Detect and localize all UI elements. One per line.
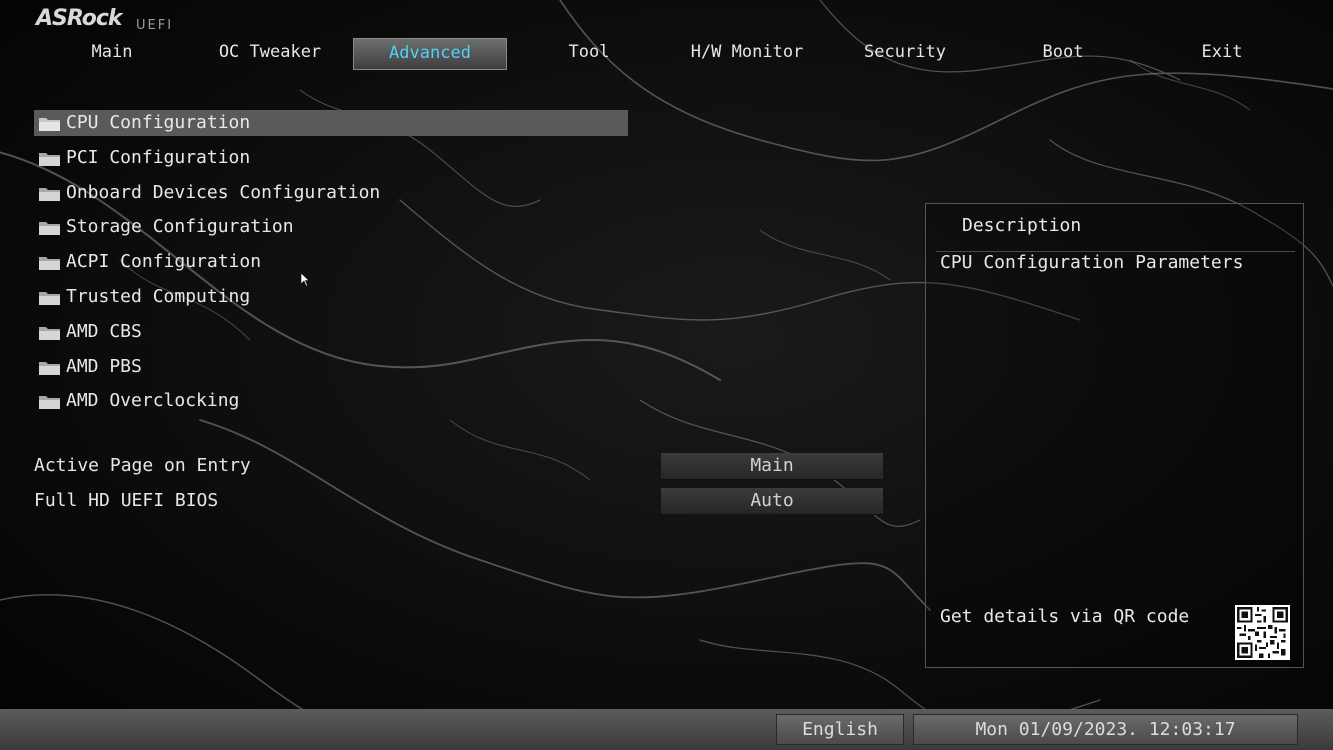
tab-tool[interactable]: Tool [509, 38, 669, 70]
setting-label-full-hd-uefi: Full HD UEFI BIOS [34, 490, 219, 511]
folder-icon [39, 188, 60, 201]
menu-item-storage-configuration[interactable]: Storage Configuration [34, 214, 628, 240]
menu-item-amd-overclocking[interactable]: AMD Overclocking [34, 388, 628, 414]
menu-item-label: CPU Configuration [66, 112, 251, 133]
mouse-cursor-icon [301, 273, 309, 287]
description-text: CPU Configuration Parameters [940, 252, 1244, 273]
menu-item-trusted-computing[interactable]: Trusted Computing [34, 284, 628, 310]
menu-item-onboard-devices-configuration[interactable]: Onboard Devices Configuration [34, 180, 628, 206]
menu-item-pci-configuration[interactable]: PCI Configuration [34, 145, 628, 171]
folder-icon [39, 292, 60, 305]
tab-oc-tweaker[interactable]: OC Tweaker [190, 38, 350, 70]
menu-item-label: AMD CBS [66, 321, 142, 342]
menu-item-label: Trusted Computing [66, 286, 251, 307]
active-page-selector[interactable]: Main [661, 453, 883, 480]
folder-icon [39, 222, 60, 235]
menu-item-acpi-configuration[interactable]: ACPI Configuration [34, 249, 628, 275]
tab-advanced[interactable]: Advanced [353, 38, 507, 70]
menu-item-label: Onboard Devices Configuration [66, 182, 381, 203]
tab-hw-monitor[interactable]: H/W Monitor [667, 38, 827, 70]
setting-label-active-page: Active Page on Entry [34, 455, 251, 476]
qr-code-label: Get details via QR code [940, 606, 1190, 627]
tab-main[interactable]: Main [32, 38, 192, 70]
date-time-display: Mon 01/09/2023. 12:03:17 [913, 714, 1298, 745]
language-button[interactable]: English [776, 714, 904, 745]
menu-item-label: PCI Configuration [66, 147, 251, 168]
folder-icon [39, 118, 60, 131]
tab-boot[interactable]: Boot [983, 38, 1143, 70]
folder-icon [39, 153, 60, 166]
qr-code-icon [1235, 605, 1290, 660]
folder-icon [39, 257, 60, 270]
menu-item-amd-pbs[interactable]: AMD PBS [34, 354, 628, 380]
menu-item-label: Storage Configuration [66, 216, 294, 237]
folder-icon [39, 327, 60, 340]
menu-item-label: ACPI Configuration [66, 251, 262, 272]
full-hd-uefi-selector[interactable]: Auto [661, 488, 883, 515]
tab-security[interactable]: Security [825, 38, 985, 70]
description-panel: Description CPU Configuration Parameters… [925, 203, 1304, 668]
menu-item-amd-cbs[interactable]: AMD CBS [34, 319, 628, 345]
logo-brand: ASRock [36, 6, 123, 31]
logo-uefi: UEFI [136, 18, 174, 33]
menu-item-label: AMD PBS [66, 356, 142, 377]
folder-icon [39, 396, 60, 409]
folder-icon [39, 362, 60, 375]
tab-exit[interactable]: Exit [1142, 38, 1302, 70]
menu-item-label: AMD Overclocking [66, 390, 240, 411]
menu-item-cpu-configuration[interactable]: CPU Configuration [34, 110, 628, 136]
status-bar: English Mon 01/09/2023. 12:03:17 [0, 709, 1333, 750]
description-title: Description [962, 215, 1082, 236]
top-nav: Main OC Tweaker Advanced Tool H/W Monito… [0, 38, 1333, 72]
